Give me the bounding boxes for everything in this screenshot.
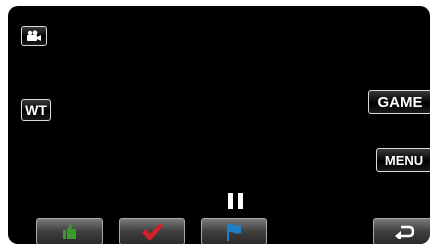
thumbs-up-icon [62,224,77,239]
checkmark-icon [141,222,163,241]
camera-screen: WT GAME MENU [8,6,430,244]
flag-button[interactable] [201,218,267,244]
return-icon [394,225,414,239]
mode-button[interactable] [21,26,47,46]
flag-icon [226,223,242,241]
return-button[interactable] [373,218,430,244]
menu-button[interactable]: MENU [376,148,430,172]
thumbs-up-button[interactable] [36,218,103,244]
wt-button[interactable]: WT [21,99,51,121]
pause-icon [228,193,244,209]
checkmark-button[interactable] [119,218,185,244]
game-button[interactable]: GAME [368,90,430,114]
video-camera-icon [26,30,42,42]
